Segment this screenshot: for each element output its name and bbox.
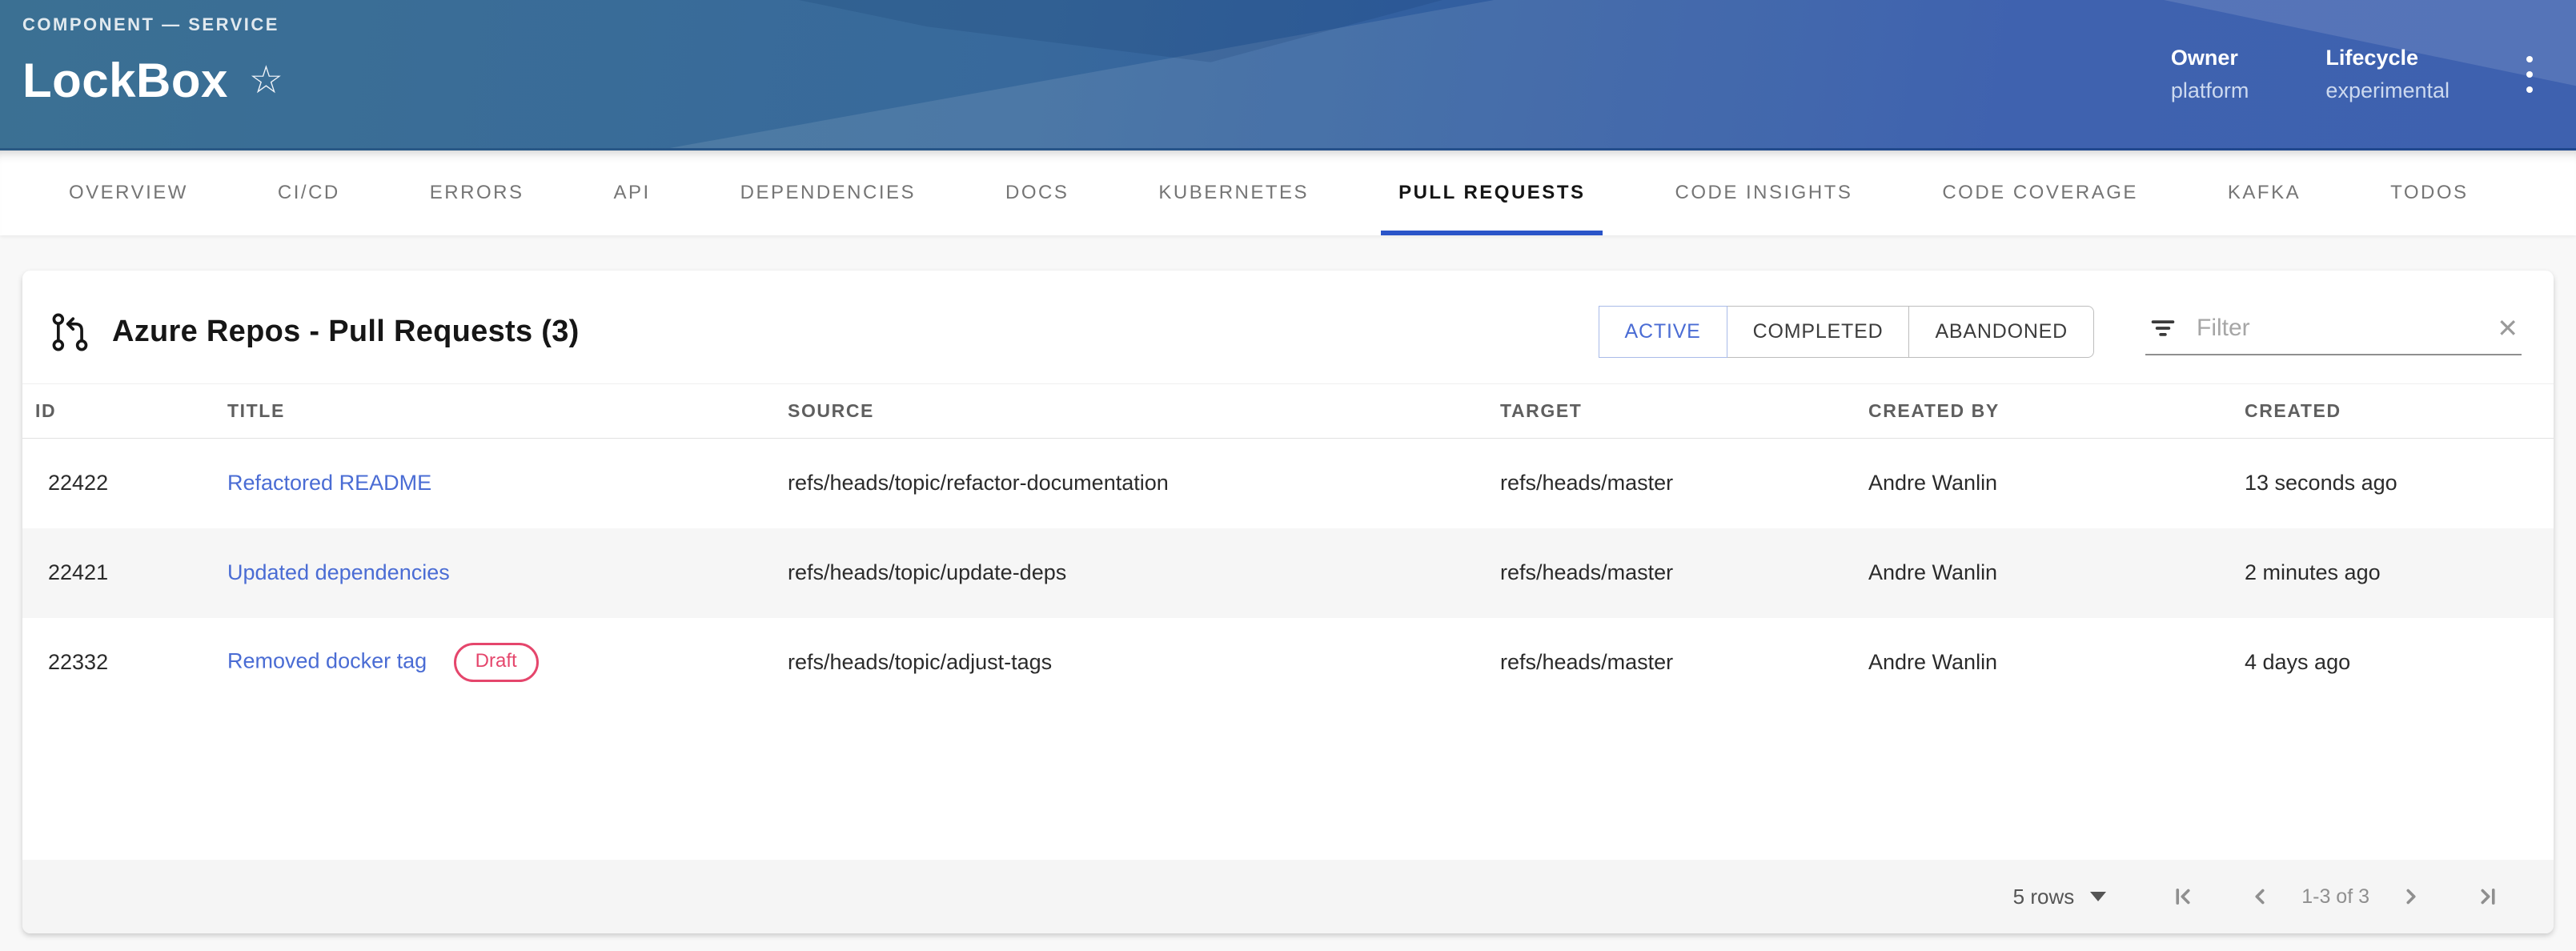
- filter-input[interactable]: [2197, 315, 2478, 342]
- pull-request-link[interactable]: Refactored README: [227, 471, 431, 495]
- table-row: 22421 Updated dependencies refs/heads/to…: [22, 528, 2554, 618]
- breadcrumb: COMPONENT — SERVICE: [22, 14, 283, 35]
- tab-item[interactable]: CI/CD: [233, 150, 385, 235]
- tab-item[interactable]: CODE INSIGHTS: [1630, 150, 1897, 235]
- pull-requests-table: ID TITLE SOURCE TARGET CREATED BY CREATE…: [22, 383, 2554, 708]
- entity-tab-bar: OVERVIEW CI/CD ERRORS API DEPENDENCIES D…: [0, 150, 2576, 235]
- header-meta-list: Owner platform Lifecycle experimental: [2171, 46, 2450, 103]
- clear-filter-icon[interactable]: ✕: [2497, 315, 2518, 341]
- kebab-menu-icon[interactable]: [2518, 48, 2541, 101]
- column-header: ID: [22, 384, 215, 439]
- cell-created-by: Andre Wanlin: [1856, 439, 2232, 528]
- pagination-bar: 5 rows 1-3 of 3: [22, 860, 2554, 933]
- tab-item[interactable]: TODOS: [2345, 150, 2513, 235]
- column-header: CREATED: [2232, 384, 2554, 439]
- page-range-label: 1-3 of 3: [2301, 885, 2369, 909]
- status-filter-button[interactable]: COMPLETED: [1727, 306, 1910, 358]
- cell-title: Refactored README: [215, 439, 775, 528]
- tab-item[interactable]: API: [568, 150, 695, 235]
- column-header: TARGET: [1487, 384, 1856, 439]
- cell-target: refs/heads/master: [1487, 439, 1856, 528]
- cell-source: refs/heads/topic/adjust-tags: [775, 618, 1487, 708]
- cell-id: 22421: [22, 528, 215, 618]
- tab-item[interactable]: PULL REQUESTS: [1354, 150, 1630, 235]
- cell-id: 22422: [22, 439, 215, 528]
- table-row: 22332 Removed docker tag Draft refs/head…: [22, 618, 2554, 708]
- status-filter-button[interactable]: ACTIVE: [1599, 306, 1727, 358]
- header-meta-item: Owner platform: [2171, 46, 2249, 103]
- entity-header: COMPONENT — SERVICE LockBox ☆ Owner plat…: [0, 0, 2576, 150]
- card-title: Azure Repos - Pull Requests (3): [112, 315, 580, 349]
- status-filter-group: ACTIVE COMPLETED ABANDONED: [1599, 306, 2094, 358]
- favorite-star-icon[interactable]: ☆: [249, 62, 283, 100]
- last-page-icon[interactable]: [2467, 876, 2509, 917]
- cell-created: 2 minutes ago: [2232, 528, 2554, 618]
- cell-created-by: Andre Wanlin: [1856, 618, 2232, 708]
- pull-requests-card: Azure Repos - Pull Requests (3) ACTIVE C…: [22, 271, 2554, 933]
- filter-list-icon: [2149, 314, 2177, 343]
- cell-created: 4 days ago: [2232, 618, 2554, 708]
- meta-label: Lifecycle: [2325, 46, 2450, 70]
- first-page-icon[interactable]: [2162, 876, 2204, 917]
- pull-request-link[interactable]: Updated dependencies: [227, 560, 450, 584]
- table-row: 22422 Refactored README refs/heads/topic…: [22, 439, 2554, 528]
- table-body: 22422 Refactored README refs/heads/topic…: [22, 439, 2554, 708]
- cell-title: Updated dependencies: [215, 528, 775, 618]
- meta-value: experimental: [2325, 78, 2450, 103]
- column-header: CREATED BY: [1856, 384, 2232, 439]
- pull-request-link[interactable]: Removed docker tag: [227, 649, 427, 673]
- tabs-list: OVERVIEW CI/CD ERRORS API DEPENDENCIES D…: [0, 150, 2576, 235]
- previous-page-icon[interactable]: [2239, 876, 2281, 917]
- tab-item[interactable]: DEPENDENCIES: [696, 150, 961, 235]
- cell-source: refs/heads/topic/update-deps: [775, 528, 1487, 618]
- status-filter-button[interactable]: ABANDONED: [1908, 306, 2094, 358]
- cell-created-by: Andre Wanlin: [1856, 528, 2232, 618]
- column-header: TITLE: [215, 384, 775, 439]
- tab-item[interactable]: CODE COVERAGE: [1897, 150, 2183, 235]
- cell-target: refs/heads/master: [1487, 618, 1856, 708]
- table-header-row: ID TITLE SOURCE TARGET CREATED BY CREATE…: [22, 384, 2554, 439]
- filter-field: ✕: [2145, 309, 2522, 355]
- git-pull-request-icon: [50, 311, 91, 353]
- tab-item[interactable]: ERRORS: [385, 150, 569, 235]
- tab-item[interactable]: KUBERNETES: [1113, 150, 1354, 235]
- cell-id: 22332: [22, 618, 215, 708]
- next-page-icon[interactable]: [2390, 876, 2432, 917]
- header-meta-item: Lifecycle experimental: [2325, 46, 2450, 103]
- column-header: SOURCE: [775, 384, 1487, 439]
- cell-source: refs/heads/topic/refactor-documentation: [775, 439, 1487, 528]
- tab-item[interactable]: DOCS: [961, 150, 1113, 235]
- meta-value: platform: [2171, 78, 2249, 103]
- rows-per-page-label: 5 rows: [2013, 885, 2075, 909]
- tab-item[interactable]: OVERVIEW: [24, 150, 233, 235]
- meta-label: Owner: [2171, 46, 2249, 70]
- cell-title: Removed docker tag Draft: [215, 618, 775, 708]
- cell-created: 13 seconds ago: [2232, 439, 2554, 528]
- draft-badge: Draft: [454, 643, 539, 682]
- tab-item[interactable]: KAFKA: [2183, 150, 2345, 235]
- dropdown-caret-icon: [2090, 892, 2106, 901]
- rows-per-page-select[interactable]: 5 rows: [2013, 885, 2107, 909]
- page-title: LockBox: [22, 53, 228, 108]
- cell-target: refs/heads/master: [1487, 528, 1856, 618]
